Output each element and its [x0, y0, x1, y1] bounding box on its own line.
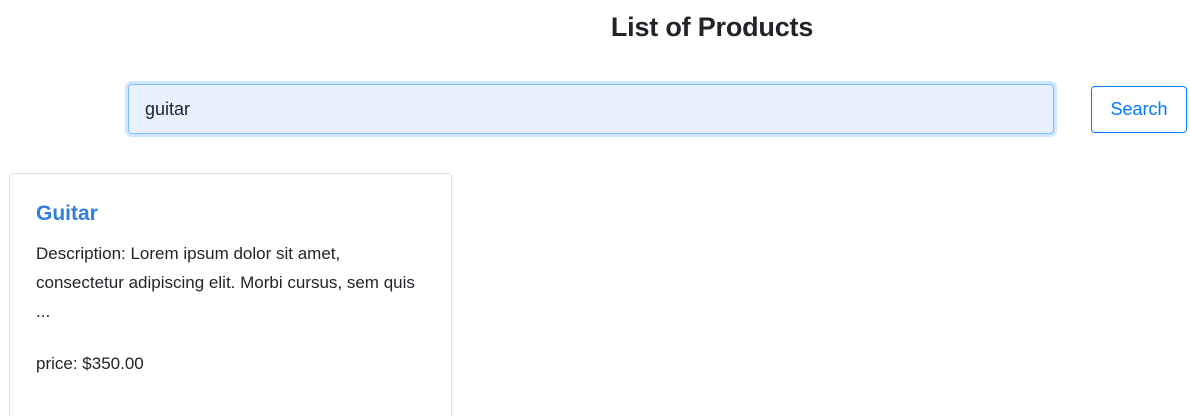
product-description: Description: Lorem ipsum dolor sit amet,… — [36, 244, 415, 321]
page: List of Products Search Guitar Descripti… — [0, 0, 1190, 416]
product-price: price: $350.00 — [36, 354, 144, 373]
search-input[interactable] — [128, 84, 1054, 134]
product-name-link[interactable]: Guitar — [36, 202, 425, 226]
page-title: List of Products — [610, 12, 814, 42]
product-card: Guitar Description: Lorem ipsum dolor si… — [9, 173, 452, 416]
search-button[interactable]: Search — [1091, 86, 1187, 133]
